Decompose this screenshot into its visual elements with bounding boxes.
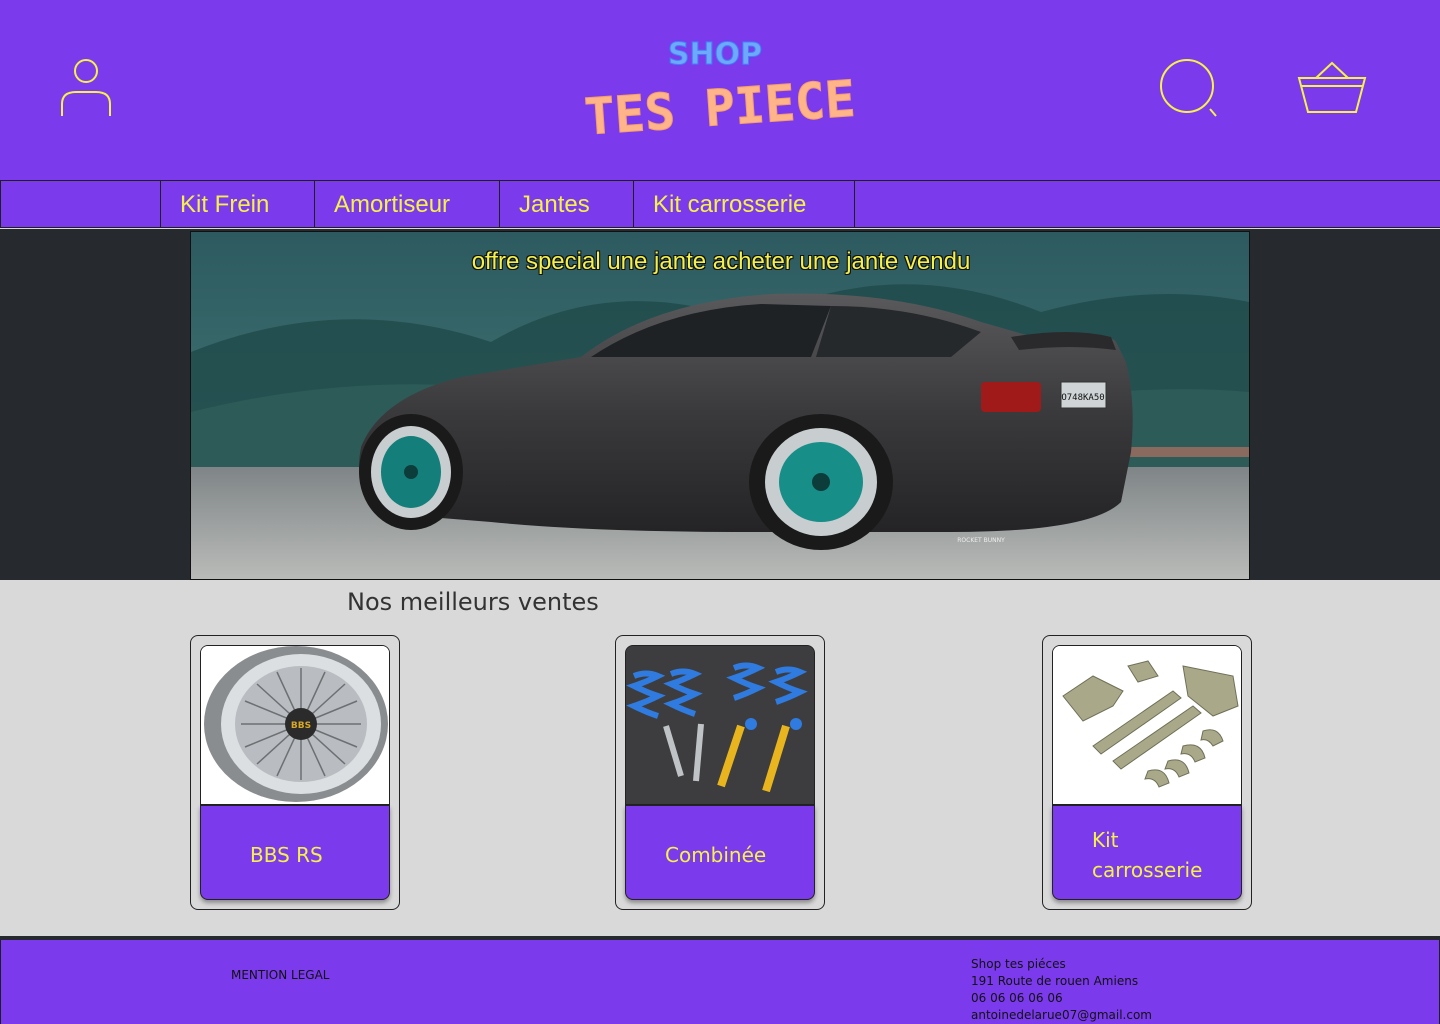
bodykit-image <box>1052 645 1242 805</box>
product-card-kit-carrosserie[interactable]: Kit carrosserie <box>1042 635 1252 910</box>
product-label[interactable]: Combinée <box>625 805 815 900</box>
promo-banner-text: offre special une jante acheter une jant… <box>471 248 971 275</box>
shop-logo[interactable]: SHOP TES PIECE <box>555 30 885 150</box>
front-wheel <box>359 414 463 530</box>
legal-mention-link[interactable]: MENTION LEGAL <box>231 968 329 982</box>
license-plate: O748KA50 <box>1061 393 1104 403</box>
rear-wheel <box>749 414 893 550</box>
product-card-bbs-rs[interactable]: BBS BBS RS <box>190 635 400 910</box>
bbs-center-logo: BBS <box>291 721 311 731</box>
nav-item-kit-carrosserie[interactable]: Kit carrosserie <box>633 181 855 228</box>
category-nav: Kit Frein Amortiseur Jantes Kit carrosse… <box>0 180 1440 228</box>
product-card-combinee[interactable]: Combinée <box>615 635 825 910</box>
user-account-icon[interactable] <box>58 58 114 118</box>
nav-item-amortiseur[interactable]: Amortiseur <box>314 181 499 228</box>
nav-item-jantes[interactable]: Jantes <box>499 181 633 228</box>
product-label[interactable]: BBS RS <box>200 805 390 900</box>
bumper-badge: ROCKET BUNNY <box>957 537 1005 544</box>
product-name: Combinée <box>665 843 767 867</box>
search-icon[interactable] <box>1158 58 1220 118</box>
nav-item-empty[interactable] <box>0 181 160 228</box>
nav-item-kit-frein[interactable]: Kit Frein <box>160 181 314 228</box>
site-header: SHOP TES PIECE <box>0 0 1440 180</box>
product-name: BBS RS <box>250 843 323 867</box>
contact-address: 191 Route de rouen Amiens <box>971 974 1139 988</box>
shopping-basket-icon[interactable] <box>1296 60 1368 116</box>
hero-car-image: O748KA50 ROCKET BUNNY <box>191 232 1249 579</box>
product-label[interactable]: Kit carrosserie <box>1052 805 1242 900</box>
contact-info: Shop tes piéces 191 Route de rouen Amien… <box>971 956 1152 1024</box>
contact-phone: 06 06 06 06 06 <box>971 991 1063 1005</box>
product-name-line1: Kit <box>1092 828 1119 852</box>
best-sellers-title: Nos meilleurs ventes <box>347 588 599 616</box>
hero-banner[interactable]: O748KA50 ROCKET BUNNY offre special une … <box>190 231 1250 580</box>
logo-shop-text: SHOP <box>668 37 762 72</box>
product-name-line2: carrosserie <box>1092 858 1203 882</box>
logo-main-text: TES PIECE <box>583 70 857 147</box>
contact-shop-name: Shop tes piéces <box>971 957 1066 971</box>
coilover-image <box>625 645 815 805</box>
contact-email[interactable]: antoinedelarue07@gmail.com <box>971 1007 1152 1024</box>
site-footer: MENTION LEGAL Shop tes piéces 191 Route … <box>0 940 1440 1024</box>
wheel-image: BBS <box>200 645 390 805</box>
